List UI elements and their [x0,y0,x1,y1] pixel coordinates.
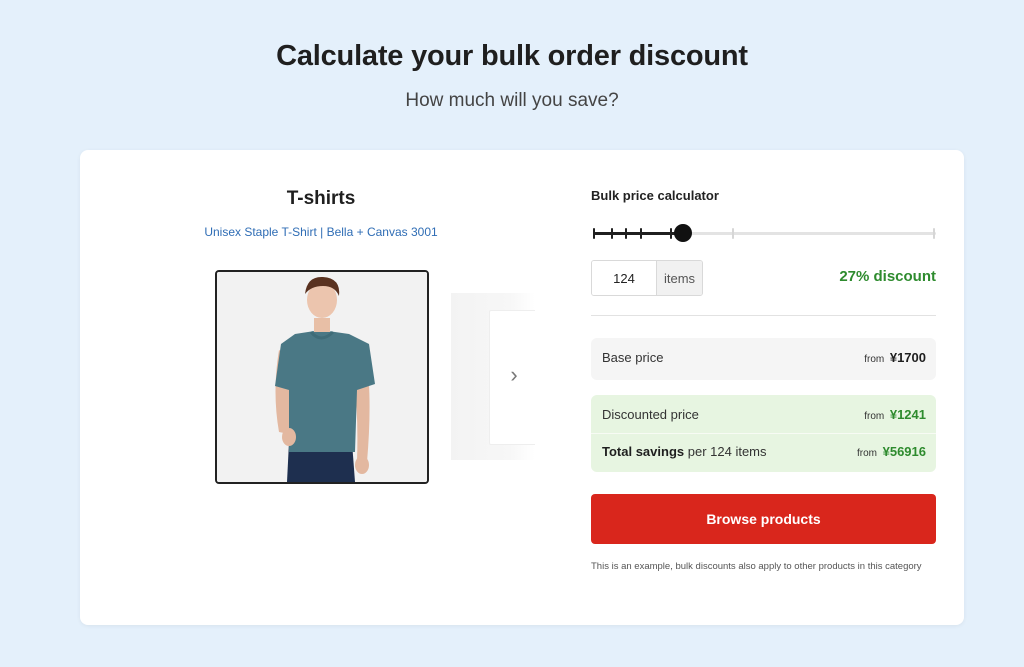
total-savings-value-group: from ¥56916 [857,444,926,459]
browse-products-button[interactable]: Browse products [591,494,936,544]
base-price-box: Base price from ¥1700 [591,338,936,380]
base-price-label: Base price [602,350,664,365]
discount-percentage: 27% discount [839,268,936,285]
row-separator [591,433,936,434]
page-subtitle: How much will you save? [405,90,619,111]
slider-tick [625,228,628,239]
base-price-value-group: from ¥1700 [864,350,926,365]
divider [591,315,936,316]
tshirt-model-illustration [217,272,427,482]
product-link[interactable]: Unisex Staple T-Shirt | Bella + Canvas 3… [180,225,462,239]
base-price-amount: ¥1700 [889,350,926,365]
slider-tick [593,228,595,239]
total-savings-bold: Total savings [602,444,685,459]
product-category-title: T-shirts [286,188,356,209]
calculator-label: Bulk price calculator [591,188,719,203]
total-savings-label: Total savings per 124 items [602,444,767,459]
discounted-price-amount: ¥1241 [889,407,926,422]
quantity-input[interactable] [592,261,656,295]
footnote: This is an example, bulk discounts also … [591,561,922,572]
slider-tick [669,228,672,239]
discounted-price-box: Discounted price from ¥1241 Total saving… [591,395,936,472]
discounted-price-from: from [864,411,885,422]
chevron-right-icon[interactable]: › [504,363,524,387]
discounted-price-label: Discounted price [602,407,699,422]
page-title: Calculate your bulk order discount [276,40,748,72]
slider-tick [933,228,935,239]
calculator-card: T-shirts Unisex Staple T-Shirt | Bella +… [80,150,964,625]
quantity-slider[interactable] [591,222,936,246]
quantity-input-group: items [591,260,703,296]
quantity-unit-label: items [656,261,702,295]
total-savings-amount: ¥56916 [882,444,926,459]
slider-tick [610,228,613,239]
base-price-from: from [864,354,885,365]
total-savings-from: from [856,448,877,459]
total-savings-rest: per 124 items [684,444,767,459]
product-image [215,270,429,484]
discounted-price-value-group: from ¥1241 [864,407,926,422]
slider-tick [639,228,642,239]
slider-thumb[interactable] [674,224,693,242]
